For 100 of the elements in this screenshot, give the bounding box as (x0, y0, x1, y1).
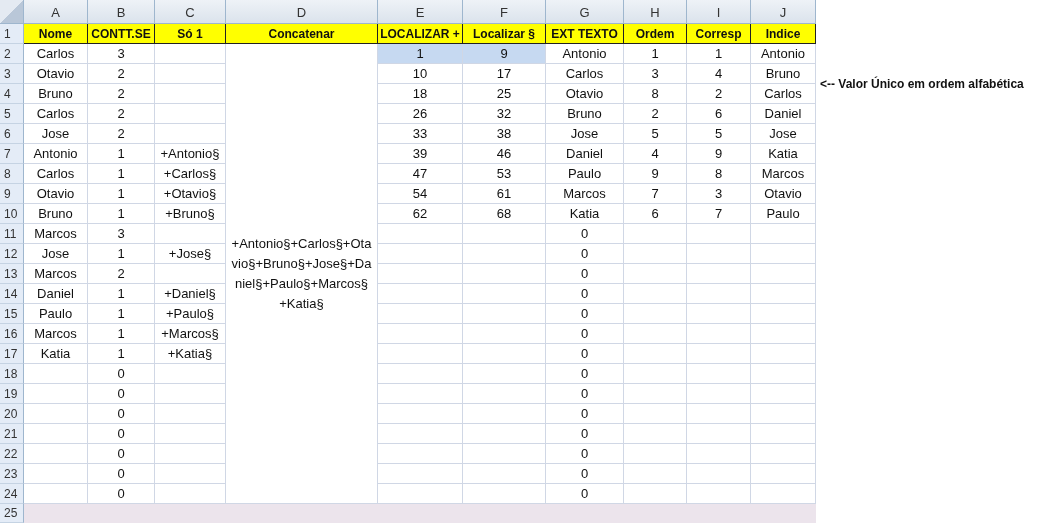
empty-cell (751, 464, 816, 484)
column-header[interactable]: G (546, 0, 624, 24)
empty-cell (687, 464, 751, 484)
empty-cell (687, 324, 751, 344)
empty-cell (624, 284, 687, 304)
table-cell: 0 (546, 364, 624, 384)
empty-cell (687, 244, 751, 264)
column-header[interactable]: J (751, 0, 816, 24)
empty-cell (687, 344, 751, 364)
empty-cell (687, 264, 751, 284)
table-cell: 0 (546, 424, 624, 444)
table-cell: 8 (624, 84, 687, 104)
row-header[interactable]: 8 (0, 164, 24, 184)
table-cell: 4 (687, 64, 751, 84)
row-header[interactable]: 12 (0, 244, 24, 264)
row-header[interactable]: 25 (0, 504, 24, 523)
row-header[interactable]: 16 (0, 324, 24, 344)
column-header[interactable]: B (88, 0, 155, 24)
empty-cell (687, 444, 751, 464)
row-header[interactable]: 24 (0, 484, 24, 504)
select-all-corner[interactable] (0, 0, 24, 24)
table-cell: Antonio (24, 144, 88, 164)
table-cell: 0 (88, 364, 155, 384)
table-cell: 2 (687, 84, 751, 104)
table-cell: 1 (378, 44, 463, 64)
table-cell: 1 (624, 44, 687, 64)
empty-cell (687, 224, 751, 244)
empty-cell (624, 424, 687, 444)
table-cell: Katia (751, 144, 816, 164)
column-header[interactable]: A (24, 0, 88, 24)
table-cell: 1 (88, 284, 155, 304)
row-header[interactable]: 22 (0, 444, 24, 464)
row-header[interactable]: 20 (0, 404, 24, 424)
empty-cell (687, 404, 751, 424)
empty-cell (751, 404, 816, 424)
table-cell: 0 (546, 324, 624, 344)
empty-cell (624, 224, 687, 244)
table-cell: 2 (624, 104, 687, 124)
table-cell: Jose (751, 124, 816, 144)
empty-cell (624, 444, 687, 464)
table-cell: 25 (463, 84, 546, 104)
column-header[interactable]: C (155, 0, 226, 24)
row-header[interactable]: 4 (0, 84, 24, 104)
table-cell: Carlos (24, 104, 88, 124)
table-cell: 0 (88, 444, 155, 464)
column-header[interactable]: I (687, 0, 751, 24)
row-header[interactable]: 2 (0, 44, 24, 64)
empty-cell (624, 344, 687, 364)
table-cell: Otavio (751, 184, 816, 204)
row-header[interactable]: 13 (0, 264, 24, 284)
table-cell: 2 (88, 84, 155, 104)
table-cell: Marcos (24, 324, 88, 344)
table-cell: Marcos (751, 164, 816, 184)
row-header[interactable]: 1 (0, 24, 24, 44)
table-cell: 9 (687, 144, 751, 164)
row-header[interactable]: 21 (0, 424, 24, 444)
header-cell: CONTT.SE (88, 24, 155, 44)
empty-cell (687, 304, 751, 324)
empty-cell (624, 384, 687, 404)
row-header[interactable]: 17 (0, 344, 24, 364)
row-header[interactable]: 14 (0, 284, 24, 304)
row-header[interactable]: 5 (0, 104, 24, 124)
row-header[interactable]: 3 (0, 64, 24, 84)
table-cell: 0 (546, 304, 624, 324)
table-cell: Bruno (546, 104, 624, 124)
table-cell: Carlos (546, 64, 624, 84)
empty-cell (624, 404, 687, 424)
row-header[interactable]: 23 (0, 464, 24, 484)
table-cell: 1 (88, 324, 155, 344)
table-cell: Jose (24, 244, 88, 264)
row-header[interactable]: 6 (0, 124, 24, 144)
row-header[interactable]: 15 (0, 304, 24, 324)
row-header[interactable]: 19 (0, 384, 24, 404)
column-header[interactable]: D (226, 0, 378, 24)
row-header[interactable]: 7 (0, 144, 24, 164)
column-header[interactable]: E (378, 0, 463, 24)
empty-cell (751, 324, 816, 344)
table-cell: 2 (88, 264, 155, 284)
empty-cell (624, 324, 687, 344)
header-cell: Localizar § (463, 24, 546, 44)
table-cell: 17 (463, 64, 546, 84)
table-cell: 0 (546, 264, 624, 284)
header-cell: Concatenar (226, 24, 378, 44)
empty-cell (751, 284, 816, 304)
column-header[interactable]: F (463, 0, 546, 24)
row-header[interactable]: 9 (0, 184, 24, 204)
header-cell: Nome (24, 24, 88, 44)
table-cell: 7 (624, 184, 687, 204)
table-cell: 1 (88, 304, 155, 324)
empty-cell (687, 284, 751, 304)
table-cell: 0 (546, 244, 624, 264)
row-header[interactable]: 11 (0, 224, 24, 244)
merged-cell: +Antonio§+Carlos§+Otavio§+Bruno§+Jose§+Daniel§+Paulo§+Marcos§+Katia§ (226, 44, 378, 504)
column-header[interactable]: H (624, 0, 687, 24)
table-cell: 1 (88, 164, 155, 184)
table-cell: Otavio (546, 84, 624, 104)
row-header[interactable]: 10 (0, 204, 24, 224)
table-cell: 68 (463, 204, 546, 224)
table-cell: 0 (546, 224, 624, 244)
row-header[interactable]: 18 (0, 364, 24, 384)
